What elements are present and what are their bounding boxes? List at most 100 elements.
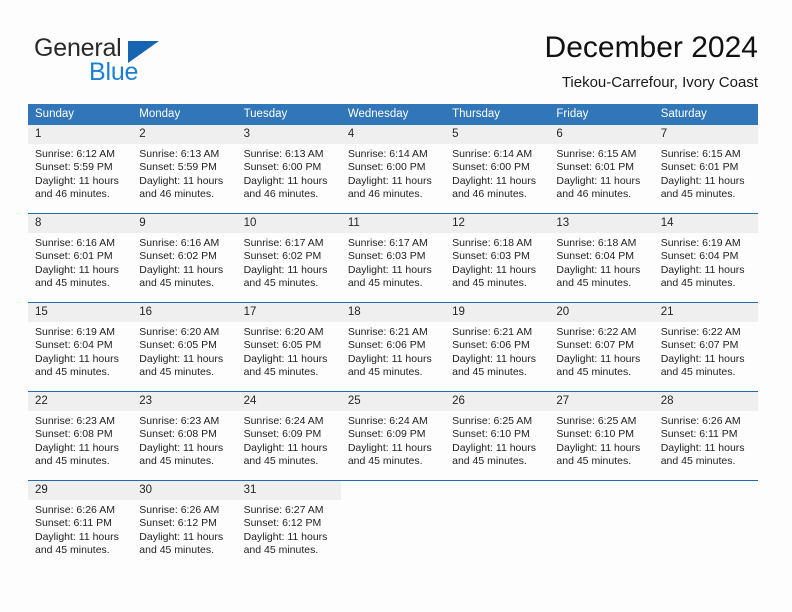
daylight-text-line2: and 46 minutes.	[452, 188, 527, 201]
page-title: December 2024	[544, 31, 758, 64]
sunset-text: Sunset: 6:08 PM	[35, 428, 113, 441]
sunrise-text: Sunrise: 6:22 AM	[660, 326, 741, 338]
day-cell[interactable]: 23 Sunrise: 6:23 AM Sunset: 6:08 PM Dayl…	[132, 391, 237, 481]
weekday-header-tuesday: Tuesday	[236, 104, 341, 125]
daylight-text-line1: Daylight: 11 hours	[139, 263, 224, 276]
day-number: 30	[132, 481, 237, 500]
day-number: 6	[549, 125, 654, 144]
day-cell[interactable]: 29 Sunrise: 6:26 AM Sunset: 6:11 PM Dayl…	[28, 480, 133, 569]
daylight-text-line2: and 45 minutes.	[139, 366, 214, 379]
day-cell[interactable]: 28 Sunrise: 6:26 AM Sunset: 6:11 PM Dayl…	[653, 391, 758, 481]
sunrise-text: Sunrise: 6:24 AM	[347, 415, 428, 427]
day-number: 23	[132, 392, 237, 411]
day-details: Sunrise: 6:19 AM Sunset: 6:04 PM Dayligh…	[28, 322, 132, 380]
day-details: Sunrise: 6:23 AM Sunset: 6:08 PM Dayligh…	[132, 411, 236, 469]
day-number: 11	[340, 214, 446, 233]
sunset-text: Sunset: 6:08 PM	[139, 428, 217, 441]
sunrise-text: Sunrise: 6:26 AM	[660, 415, 741, 427]
sunrise-text: Sunrise: 6:26 AM	[35, 504, 115, 516]
day-cell[interactable]: 21 Sunrise: 6:22 AM Sunset: 6:07 PM Dayl…	[653, 302, 758, 392]
day-details: Sunrise: 6:20 AM Sunset: 6:05 PM Dayligh…	[132, 322, 236, 380]
day-number: 22	[28, 392, 133, 411]
day-details: Sunrise: 6:17 AM Sunset: 6:03 PM Dayligh…	[341, 233, 445, 291]
daylight-text-line2: and 45 minutes.	[660, 455, 736, 468]
day-number: 8	[28, 214, 133, 233]
day-cell[interactable]: 11 Sunrise: 6:17 AM Sunset: 6:03 PM Dayl…	[340, 213, 446, 303]
day-cell[interactable]: 20 Sunrise: 6:22 AM Sunset: 6:07 PM Dayl…	[549, 302, 654, 392]
day-cell[interactable]: 5 Sunrise: 6:14 AM Sunset: 6:00 PM Dayli…	[445, 125, 550, 214]
day-number: 1	[28, 125, 133, 144]
sunset-text: Sunset: 6:06 PM	[452, 339, 530, 352]
sunset-text: Sunset: 6:04 PM	[660, 250, 739, 263]
day-number: 14	[653, 214, 758, 233]
day-cell[interactable]: 16 Sunrise: 6:20 AM Sunset: 6:05 PM Dayl…	[132, 302, 237, 392]
daylight-text-line2: and 45 minutes.	[556, 277, 632, 290]
sunset-text: Sunset: 6:10 PM	[452, 428, 530, 441]
day-details: Sunrise: 6:25 AM Sunset: 6:10 PM Dayligh…	[445, 411, 549, 469]
day-cell[interactable]: 24 Sunrise: 6:24 AM Sunset: 6:09 PM Dayl…	[236, 391, 341, 481]
day-cell[interactable]: 26 Sunrise: 6:25 AM Sunset: 6:10 PM Dayl…	[445, 391, 550, 481]
daylight-text-line1: Daylight: 11 hours	[452, 441, 536, 454]
day-details: Sunrise: 6:25 AM Sunset: 6:10 PM Dayligh…	[549, 411, 653, 469]
day-number: 7	[653, 125, 758, 144]
daylight-text-line2: and 45 minutes.	[347, 366, 423, 379]
week-row: 22 Sunrise: 6:23 AM Sunset: 6:08 PM Dayl…	[28, 391, 758, 481]
day-number: 26	[445, 392, 550, 411]
day-cell[interactable]: 13 Sunrise: 6:18 AM Sunset: 6:04 PM Dayl…	[549, 213, 654, 303]
day-cell[interactable]: 19 Sunrise: 6:21 AM Sunset: 6:06 PM Dayl…	[445, 302, 550, 392]
day-number: 20	[549, 303, 654, 322]
day-number: 16	[132, 303, 237, 322]
day-cell[interactable]: 30 Sunrise: 6:26 AM Sunset: 6:12 PM Dayl…	[132, 480, 237, 569]
sunset-text: Sunset: 6:03 PM	[347, 250, 426, 263]
daylight-text-line2: and 45 minutes.	[660, 277, 736, 290]
day-cell[interactable]: 25 Sunrise: 6:24 AM Sunset: 6:09 PM Dayl…	[340, 391, 446, 481]
day-cell-empty	[653, 480, 758, 569]
daylight-text-line2: and 45 minutes.	[35, 277, 110, 290]
generalblue-logo: General Blue	[34, 36, 214, 88]
day-number: 17	[236, 303, 341, 322]
day-cell[interactable]: 7 Sunrise: 6:15 AM Sunset: 6:01 PM Dayli…	[653, 125, 758, 214]
day-details: Sunrise: 6:21 AM Sunset: 6:06 PM Dayligh…	[341, 322, 445, 380]
day-cell[interactable]: 31 Sunrise: 6:27 AM Sunset: 6:12 PM Dayl…	[236, 480, 341, 569]
sunset-text: Sunset: 5:59 PM	[139, 161, 217, 174]
sunrise-text: Sunrise: 6:27 AM	[243, 504, 324, 516]
day-cell[interactable]: 3 Sunrise: 6:13 AM Sunset: 6:00 PM Dayli…	[236, 125, 341, 214]
day-cell[interactable]: 14 Sunrise: 6:19 AM Sunset: 6:04 PM Dayl…	[653, 213, 758, 303]
sunset-text: Sunset: 6:09 PM	[347, 428, 426, 441]
daylight-text-line2: and 45 minutes.	[347, 455, 423, 468]
daylight-text-line2: and 45 minutes.	[243, 366, 319, 379]
sunset-text: Sunset: 6:03 PM	[452, 250, 530, 263]
day-cell[interactable]: 22 Sunrise: 6:23 AM Sunset: 6:08 PM Dayl…	[28, 391, 133, 481]
day-cell[interactable]: 6 Sunrise: 6:15 AM Sunset: 6:01 PM Dayli…	[549, 125, 654, 214]
day-cell[interactable]: 17 Sunrise: 6:20 AM Sunset: 6:05 PM Dayl…	[236, 302, 341, 392]
sunset-text: Sunset: 6:07 PM	[660, 339, 739, 352]
day-cell[interactable]: 12 Sunrise: 6:18 AM Sunset: 6:03 PM Dayl…	[445, 213, 550, 303]
day-cell[interactable]: 2 Sunrise: 6:13 AM Sunset: 5:59 PM Dayli…	[132, 125, 237, 214]
day-cell[interactable]: 8 Sunrise: 6:16 AM Sunset: 6:01 PM Dayli…	[28, 213, 133, 303]
day-cell[interactable]: 9 Sunrise: 6:16 AM Sunset: 6:02 PM Dayli…	[132, 213, 237, 303]
daylight-text-line1: Daylight: 11 hours	[243, 174, 328, 187]
sunrise-text: Sunrise: 6:24 AM	[243, 415, 324, 427]
day-details: Sunrise: 6:16 AM Sunset: 6:02 PM Dayligh…	[132, 233, 236, 291]
day-number	[549, 481, 653, 500]
sunrise-text: Sunrise: 6:19 AM	[35, 326, 115, 338]
sunset-text: Sunset: 6:07 PM	[556, 339, 635, 352]
sunrise-text: Sunrise: 6:18 AM	[556, 237, 637, 249]
sunrise-text: Sunrise: 6:20 AM	[243, 326, 324, 338]
weekday-header-sunday: Sunday	[28, 104, 133, 125]
day-cell[interactable]: 1 Sunrise: 6:12 AM Sunset: 5:59 PM Dayli…	[28, 125, 133, 214]
day-cell[interactable]: 4 Sunrise: 6:14 AM Sunset: 6:00 PM Dayli…	[340, 125, 446, 214]
sunset-text: Sunset: 6:06 PM	[347, 339, 426, 352]
day-cell[interactable]: 18 Sunrise: 6:21 AM Sunset: 6:06 PM Dayl…	[340, 302, 446, 392]
sunset-text: Sunset: 6:01 PM	[35, 250, 113, 263]
day-cell[interactable]: 10 Sunrise: 6:17 AM Sunset: 6:02 PM Dayl…	[236, 213, 341, 303]
daylight-text-line2: and 45 minutes.	[243, 544, 319, 557]
day-number: 15	[28, 303, 133, 322]
daylight-text-line1: Daylight: 11 hours	[35, 263, 119, 276]
daylight-text-line2: and 46 minutes.	[556, 188, 632, 201]
calendar-page: General Blue December 2024 Tiekou-Carref…	[0, 0, 792, 612]
day-number: 19	[445, 303, 550, 322]
day-cell[interactable]: 15 Sunrise: 6:19 AM Sunset: 6:04 PM Dayl…	[28, 302, 133, 392]
day-cell[interactable]: 27 Sunrise: 6:25 AM Sunset: 6:10 PM Dayl…	[549, 391, 654, 481]
sunrise-text: Sunrise: 6:25 AM	[452, 415, 533, 427]
